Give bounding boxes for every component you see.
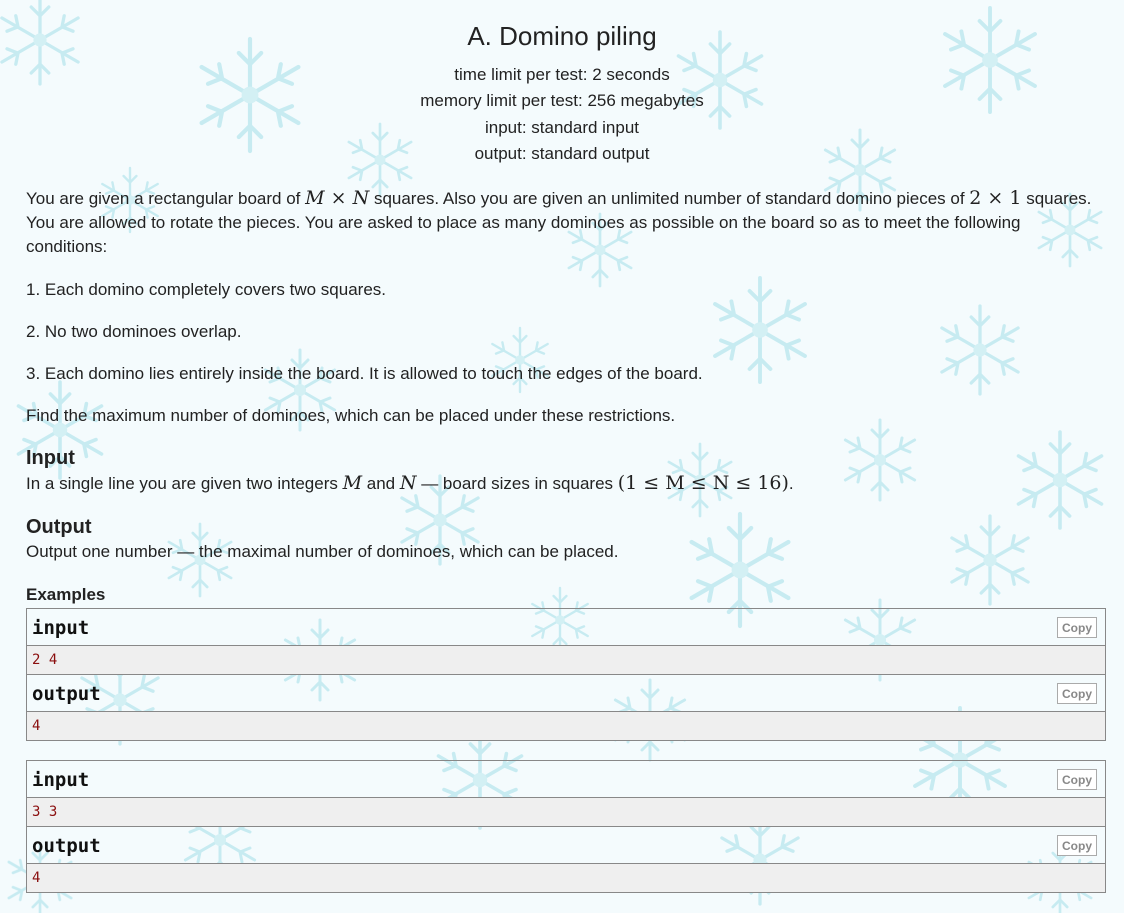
example-output-value: 4 — [27, 864, 1105, 892]
output-section-title: Output — [26, 516, 92, 538]
sample-output: 4 — [32, 718, 41, 734]
example-output-value: 4 — [27, 712, 1105, 740]
examples-title: Examples — [26, 585, 106, 604]
time-limit: time limit per test: 2 seconds — [454, 65, 670, 84]
copy-button[interactable]: Copy — [1057, 617, 1097, 638]
example-2: input Copy 3 3 output Copy 4 — [26, 760, 1106, 893]
statement-line: conditions: — [26, 237, 108, 256]
condition-3: 3. Each domino lies entirely inside the … — [26, 364, 703, 383]
copy-button[interactable]: Copy — [1057, 683, 1097, 704]
input-section-title: Input — [26, 447, 75, 469]
copy-button[interactable]: Copy — [1057, 835, 1097, 856]
statement-text: You are given a rectangular board of — [26, 189, 306, 208]
example-input-value: 2 4 — [27, 646, 1105, 675]
math-constraint: (1 ≤ M ≤ N ≤ 16) — [617, 472, 789, 494]
input-spec-text: In a single line you are given two integ… — [26, 471, 1106, 496]
output-label: output — [32, 683, 101, 705]
input-file: input: standard input — [484, 118, 640, 137]
output-spec-text: Output one number — the maximal number o… — [26, 542, 619, 561]
statement-line: You are allowed to rotate the pieces. Yo… — [26, 213, 1021, 232]
output-file: output: standard output — [474, 144, 650, 163]
condition-1: 1. Each domino completely covers two squ… — [26, 280, 387, 299]
sample-input: 2 4 — [32, 652, 58, 668]
example-input-value: 3 3 — [27, 798, 1105, 827]
input-spec-part: In a single line you are given two integ… — [26, 474, 343, 493]
input-spec-part: — board sizes in squares — [416, 474, 618, 493]
example-input-header: input Copy — [27, 761, 1105, 798]
statement-text: squares. — [1021, 189, 1092, 208]
input-label: input — [32, 617, 90, 639]
input-label: input — [32, 769, 90, 791]
sample-input: 3 3 — [32, 804, 58, 820]
example-output-header: output Copy — [27, 675, 1105, 712]
condition-2: 2. No two dominoes overlap. — [26, 322, 242, 341]
statement-text: squares. Also you are given an unlimited… — [369, 189, 970, 208]
memory-limit: memory limit per test: 256 megabytes — [420, 91, 704, 110]
input-spec-part: and — [362, 474, 400, 493]
output-label: output — [32, 835, 101, 857]
example-1: input Copy 2 4 output Copy 4 — [26, 608, 1106, 741]
example-input-header: input Copy — [27, 609, 1105, 646]
math-n: N — [399, 472, 417, 494]
math-board-size: M × N — [305, 187, 370, 209]
sample-output: 4 — [32, 870, 41, 886]
statement-paragraph: You are given a rectangular board of M ×… — [26, 186, 1106, 259]
input-spec-part: . — [788, 474, 794, 493]
task-text: Find the maximum number of dominoes, whi… — [26, 406, 676, 425]
problem-statement: A. Domino piling time limit per test: 2 … — [0, 0, 1124, 913]
example-output-header: output Copy — [27, 827, 1105, 864]
copy-button[interactable]: Copy — [1057, 769, 1097, 790]
math-domino-size: 2 × 1 — [969, 187, 1022, 209]
math-m: M — [342, 472, 363, 494]
problem-title: A. Domino piling — [467, 21, 657, 51]
